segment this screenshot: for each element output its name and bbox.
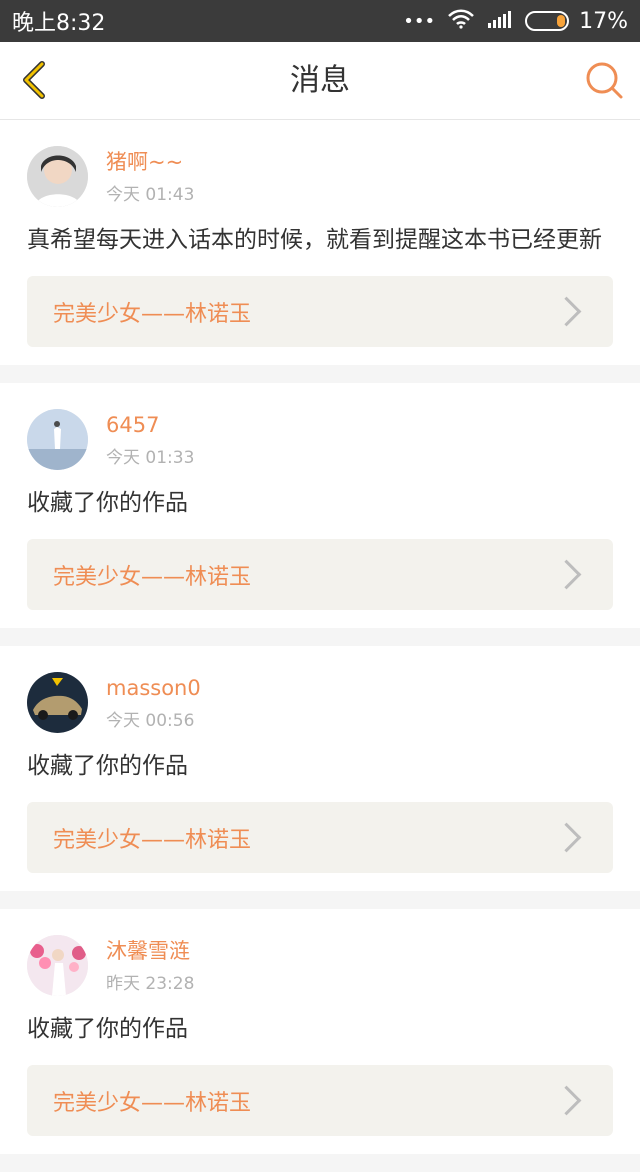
book-link[interactable]: 完美少女——林诺玉 bbox=[27, 1065, 613, 1136]
book-title: 完美少女——林诺玉 bbox=[53, 827, 252, 853]
avatar[interactable] bbox=[27, 935, 88, 996]
book-link[interactable]: 完美少女——林诺玉 bbox=[27, 539, 613, 610]
message-card: 沐馨雪涟 昨天 23:28 收藏了你的作品 完美少女——林诺玉 bbox=[0, 909, 640, 1154]
top-navigation: 消息 bbox=[0, 42, 640, 120]
message-header: masson0 今天 00:56 bbox=[27, 672, 613, 733]
signal-icon bbox=[487, 9, 513, 34]
battery-icon bbox=[525, 11, 570, 31]
book-title: 完美少女——林诺玉 bbox=[53, 1090, 252, 1116]
page-title: 消息 bbox=[290, 63, 350, 98]
message-header: 沐馨雪涟 昨天 23:28 bbox=[27, 935, 613, 996]
username[interactable]: masson0 bbox=[106, 676, 201, 700]
status-bar: 晚上8:32 ••• 17% bbox=[0, 0, 640, 42]
message-card: masson0 今天 00:56 收藏了你的作品 完美少女——林诺玉 bbox=[0, 646, 640, 891]
search-button[interactable] bbox=[584, 60, 624, 100]
message-text: 真希望每天进入话本的时候，就看到提醒这本书已经更新 bbox=[27, 227, 602, 253]
book-link[interactable]: 完美少女——林诺玉 bbox=[27, 276, 613, 347]
book-title: 完美少女——林诺玉 bbox=[53, 564, 252, 590]
dots-icon: ••• bbox=[403, 10, 436, 32]
timestamp: 昨天 23:28 bbox=[106, 974, 195, 994]
chevron-right-icon bbox=[551, 559, 582, 590]
user-info: 6457 今天 01:33 bbox=[106, 409, 194, 468]
status-time: 晚上8:32 bbox=[12, 11, 106, 36]
username[interactable]: 猪啊~~ bbox=[106, 150, 194, 174]
timestamp: 今天 01:33 bbox=[106, 448, 195, 468]
timestamp: 今天 00:56 bbox=[106, 711, 195, 731]
user-info: 猪啊~~ 今天 01:43 bbox=[106, 146, 194, 205]
status-right: ••• 17% bbox=[403, 9, 628, 34]
message-text: 收藏了你的作品 bbox=[27, 753, 188, 779]
chevron-right-icon bbox=[551, 296, 582, 327]
avatar[interactable] bbox=[27, 146, 88, 207]
username[interactable]: 沐馨雪涟 bbox=[106, 939, 194, 963]
message-header: 6457 今天 01:33 bbox=[27, 409, 613, 470]
message-text: 收藏了你的作品 bbox=[27, 490, 188, 516]
message-text: 收藏了你的作品 bbox=[27, 1016, 188, 1042]
chevron-right-icon bbox=[551, 822, 582, 853]
message-list: 猪啊~~ 今天 01:43 真希望每天进入话本的时候，就看到提醒这本书已经更新 … bbox=[0, 120, 640, 1172]
message-card: 猪啊~~ 今天 01:43 真希望每天进入话本的时候，就看到提醒这本书已经更新 … bbox=[0, 120, 640, 365]
wifi-icon bbox=[447, 9, 475, 34]
username[interactable]: 6457 bbox=[106, 413, 194, 437]
chevron-right-icon bbox=[551, 1085, 582, 1116]
user-info: 沐馨雪涟 昨天 23:28 bbox=[106, 935, 194, 994]
avatar[interactable] bbox=[27, 409, 88, 470]
avatar[interactable] bbox=[27, 672, 88, 733]
search-icon bbox=[586, 62, 623, 99]
timestamp: 今天 01:43 bbox=[106, 185, 195, 205]
message-header: 猪啊~~ 今天 01:43 bbox=[27, 146, 613, 207]
status-icons: ••• bbox=[403, 9, 570, 34]
book-link[interactable]: 完美少女——林诺玉 bbox=[27, 802, 613, 873]
user-info: masson0 今天 00:56 bbox=[106, 672, 201, 731]
book-title: 完美少女——林诺玉 bbox=[53, 301, 252, 327]
message-card: 6457 今天 01:33 收藏了你的作品 完美少女——林诺玉 bbox=[0, 383, 640, 628]
battery-percent: 17% bbox=[579, 8, 628, 34]
